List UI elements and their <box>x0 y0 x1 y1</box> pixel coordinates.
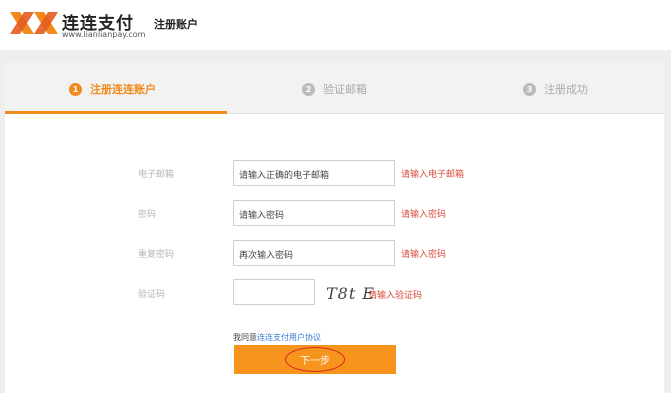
confirm-password-error: 请输入密码 <box>401 250 447 260</box>
lianlian-logo-icon <box>10 12 58 34</box>
brand-url: www.lianlianpay.com <box>62 30 146 39</box>
user-agreement-link[interactable]: 连连支付用户协议 <box>257 333 321 342</box>
next-step-label: 下一步 <box>300 356 330 367</box>
captcha-label: 验证码 <box>138 290 166 300</box>
next-step-button[interactable]: 下一步 <box>234 345 396 374</box>
password-error: 请输入密码 <box>401 210 447 220</box>
agreement-text: 我同意连连支付用户协议 <box>233 332 321 343</box>
header: 连连支付 www.lianlianpay.com 注册账户 <box>0 0 671 50</box>
step-verify-email: 2 验证邮箱 <box>302 80 367 98</box>
captcha-field[interactable] <box>233 279 315 305</box>
step-success: 3 注册成功 <box>523 80 588 98</box>
step-number-badge: 1 <box>69 82 82 96</box>
email-field[interactable]: 请输入正确的电子邮箱 <box>233 160 395 186</box>
step-label: 注册成功 <box>544 83 588 96</box>
step-number-badge: 2 <box>302 82 315 96</box>
email-error: 请输入电子邮箱 <box>401 170 465 180</box>
password-field[interactable]: 请输入密码 <box>233 200 395 226</box>
email-label: 电子邮箱 <box>138 170 175 180</box>
step-register: 1 注册连连账户 <box>69 80 156 98</box>
active-step-indicator <box>5 111 227 114</box>
step-number-badge: 3 <box>523 82 536 96</box>
confirm-password-field[interactable]: 再次输入密码 <box>233 240 395 266</box>
step-label: 验证邮箱 <box>323 83 367 96</box>
password-label: 密码 <box>138 210 157 220</box>
captcha-error: 请输入验证码 <box>368 291 423 301</box>
page-title: 注册账户 <box>154 18 198 31</box>
step-label: 注册连连账户 <box>90 83 156 96</box>
confirm-password-label: 重复密码 <box>138 250 175 260</box>
step-progress-bar: 1 注册连连账户 2 验证邮箱 3 注册成功 <box>5 62 664 114</box>
agreement-prefix: 我同意 <box>233 333 257 342</box>
